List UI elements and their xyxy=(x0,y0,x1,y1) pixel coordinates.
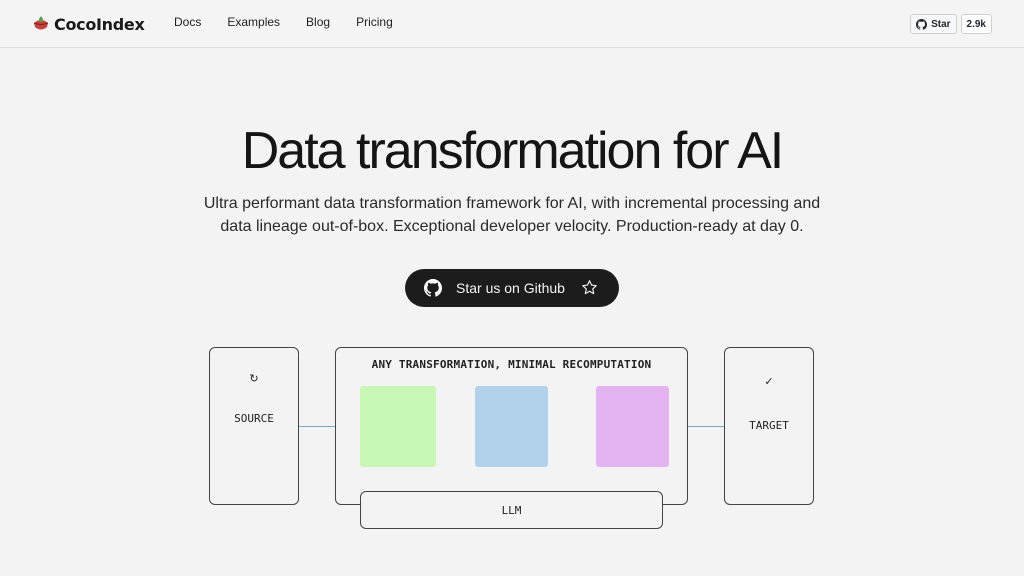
hero-subtitle-line-2: data lineage out-of-box. Exceptional dev… xyxy=(220,218,804,235)
github-icon xyxy=(916,18,928,30)
github-star-label: Star xyxy=(931,18,951,30)
cta-label: Star us on Github xyxy=(456,280,565,296)
nav-pricing[interactable]: Pricing xyxy=(356,15,393,29)
target-label: TARGET xyxy=(749,419,789,432)
llm-label: LLM xyxy=(501,504,522,517)
github-star-widget: Star 2.9k xyxy=(910,14,992,34)
hero-subtitle: Ultra performant data transformation fra… xyxy=(192,192,832,238)
transformation-title: ANY TRANSFORMATION, MINIMAL RECOMPUTATIO… xyxy=(371,358,652,371)
refresh-icon: ↻ xyxy=(249,373,259,385)
llm-node: LLM xyxy=(360,491,663,529)
star-outline-icon xyxy=(582,280,597,295)
source-to-transform-connector xyxy=(299,426,335,427)
hero-subtitle-line-1: Ultra performant data transformation fra… xyxy=(203,195,821,212)
nav-blog[interactable]: Blog xyxy=(306,15,330,29)
source-label: SOURCE xyxy=(234,412,274,425)
nav-examples[interactable]: Examples xyxy=(227,15,280,29)
hero-title: Data transformation for AI xyxy=(241,122,785,180)
main-nav: Docs Examples Blog Pricing xyxy=(174,15,419,29)
source-node: ↻ SOURCE xyxy=(209,347,299,505)
target-node: ✓ TARGET xyxy=(724,347,814,505)
coconut-logo-icon xyxy=(33,16,49,30)
transform-step-tile xyxy=(596,386,669,467)
brand-logo-link[interactable]: CocoIndex xyxy=(32,12,145,36)
nav-docs[interactable]: Docs xyxy=(174,15,201,29)
transform-step-tile xyxy=(475,386,548,467)
github-star-count[interactable]: 2.9k xyxy=(960,14,992,34)
top-nav-bar: CocoIndex Docs Examples Blog Pricing Sta… xyxy=(0,0,1024,48)
star-on-github-button[interactable]: Star us on Github xyxy=(405,269,619,307)
transform-step-tile xyxy=(360,386,436,467)
transform-to-target-connector xyxy=(688,426,724,427)
github-icon xyxy=(424,279,442,297)
brand-name: CocoIndex xyxy=(54,14,145,34)
check-icon: ✓ xyxy=(764,376,774,388)
github-star-button[interactable]: Star xyxy=(910,14,957,34)
